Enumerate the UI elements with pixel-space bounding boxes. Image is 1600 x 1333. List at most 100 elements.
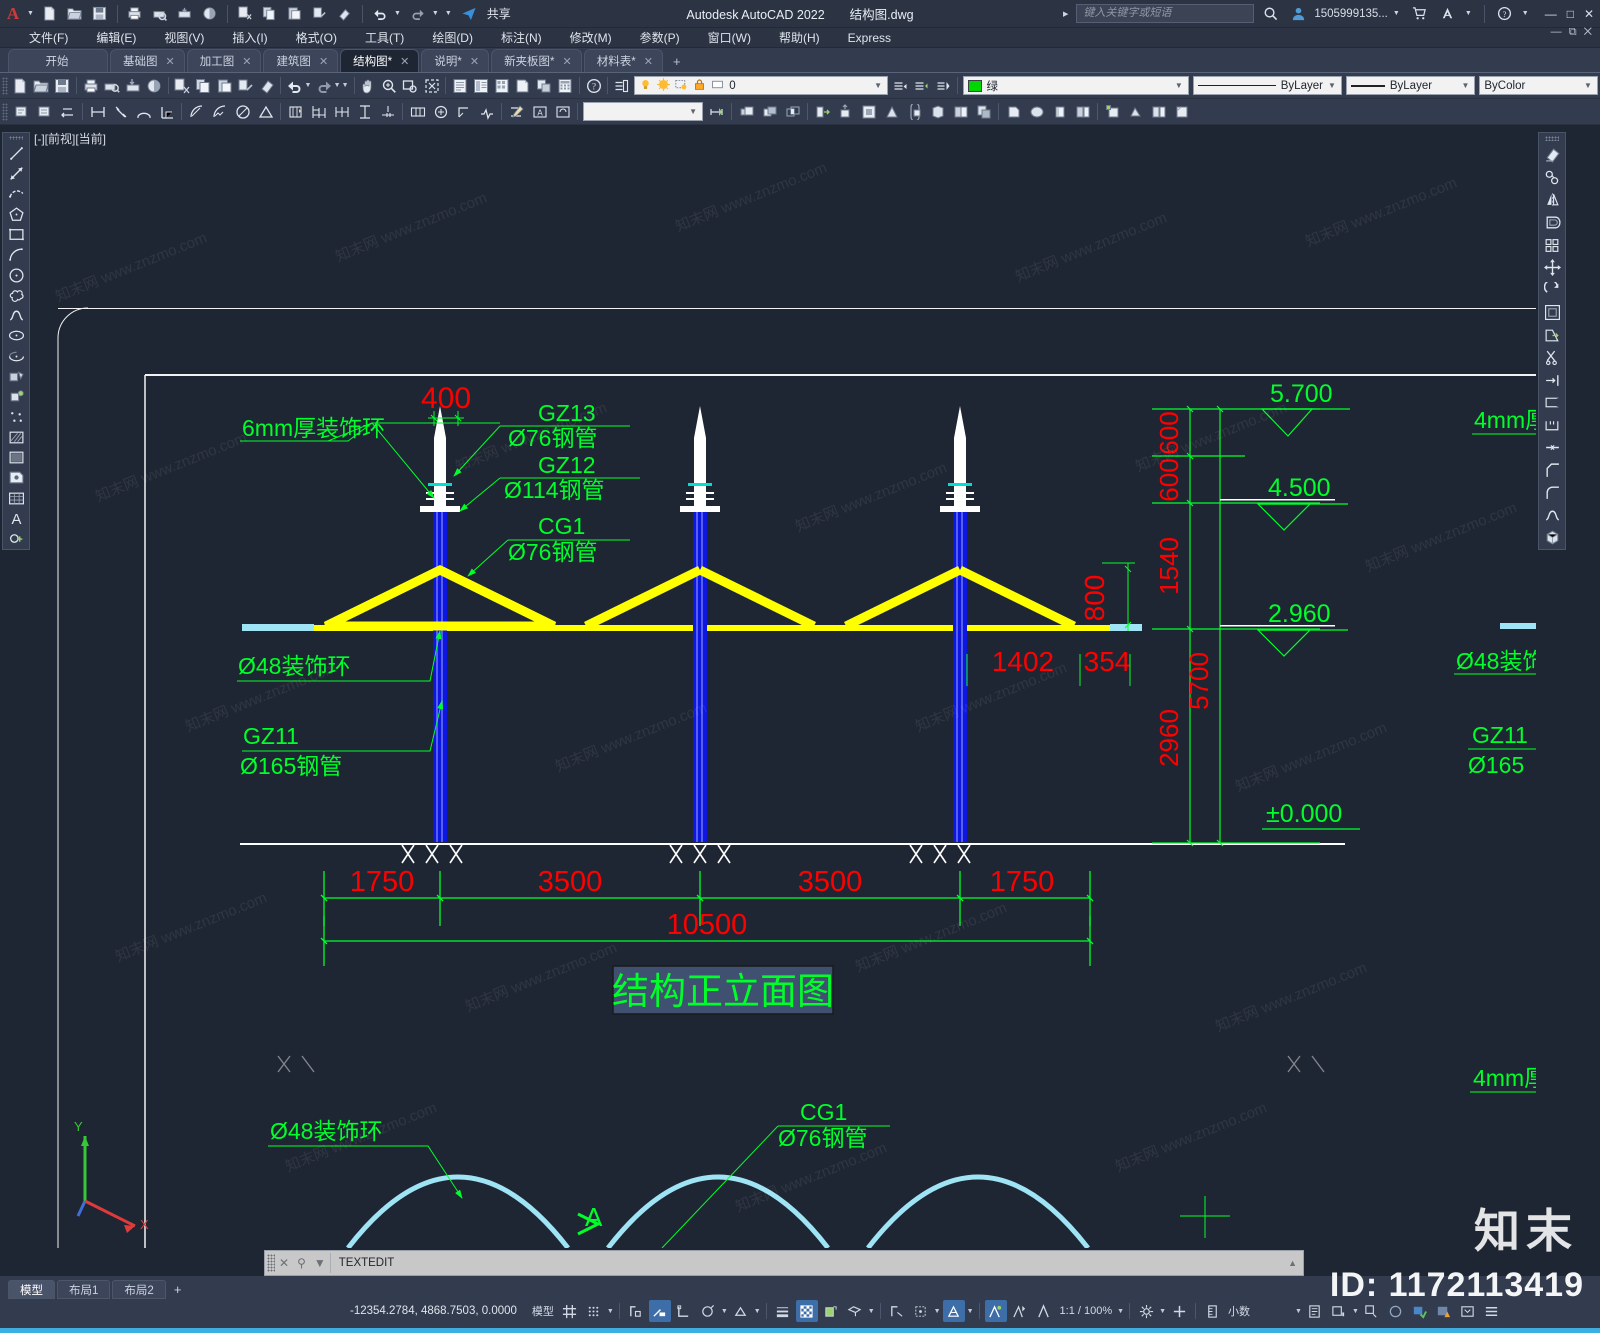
fillet-icon[interactable]	[1540, 481, 1564, 504]
plot-preview-icon[interactable]	[101, 74, 122, 97]
close-icon[interactable]: ✕	[644, 55, 653, 68]
undo-icon[interactable]	[368, 2, 392, 26]
point-icon[interactable]	[4, 407, 28, 427]
blockeditor-icon[interactable]	[534, 74, 555, 97]
table-icon[interactable]	[4, 488, 28, 508]
match-prop-icon[interactable]	[308, 2, 332, 26]
layer-freeze-icon[interactable]	[657, 77, 671, 94]
3drotate-icon[interactable]	[1048, 100, 1071, 123]
tolerance-icon[interactable]	[406, 100, 429, 123]
extrude-icon[interactable]	[811, 100, 834, 123]
layer-on-icon[interactable]	[639, 78, 652, 94]
break-at-point-icon[interactable]	[1540, 414, 1564, 437]
extend-icon[interactable]	[1540, 369, 1564, 392]
sheetset-icon[interactable]	[513, 74, 534, 97]
dimreassociate-icon[interactable]	[551, 100, 574, 123]
command-line[interactable]: ✕ ⚲ ▼ TEXTEDIT ▲	[264, 1250, 1304, 1276]
slice-icon[interactable]	[949, 100, 972, 123]
doc-restore-button[interactable]: ⧉	[1569, 26, 1579, 38]
workspace-switching-icon[interactable]	[1135, 1300, 1157, 1322]
layer-chevron-down-icon[interactable]: ▼	[874, 81, 885, 90]
properties-icon[interactable]	[449, 74, 470, 97]
add-selected-icon[interactable]	[4, 529, 28, 549]
layout-tab-0[interactable]: 模型	[8, 1280, 55, 1299]
open-file-icon[interactable]	[63, 2, 87, 26]
lineweight-chevron-down-icon[interactable]: ▼	[1461, 81, 1472, 90]
draw-toolbar-grip[interactable]	[9, 136, 23, 141]
break-icon[interactable]	[1540, 391, 1564, 414]
menu-item-4[interactable]: 格式(O)	[283, 27, 350, 48]
3dmove-icon[interactable]	[1025, 100, 1048, 123]
dimordinate-icon[interactable]	[155, 100, 178, 123]
match-prop-icon[interactable]	[235, 74, 256, 97]
doc-minimize-button[interactable]: —	[1551, 26, 1564, 38]
autodesk-a-icon[interactable]	[1436, 2, 1460, 26]
units-label[interactable]: 小数	[1225, 1300, 1253, 1322]
polygon-icon[interactable]	[4, 204, 28, 224]
new-file-icon[interactable]	[10, 74, 31, 97]
dimjogged-icon[interactable]	[208, 100, 231, 123]
dimtext-style-icon[interactable]: A	[528, 100, 551, 123]
redo-chevron-down-icon[interactable]: ▼	[334, 82, 341, 89]
file-tab-7[interactable]: 材料表* ✕	[583, 49, 663, 72]
layer-plot-icon[interactable]	[711, 78, 724, 94]
color-control-dropdown[interactable]: 绿 ▼	[962, 76, 1189, 95]
annotation-visibility-icon[interactable]	[942, 1300, 965, 1322]
help-icon[interactable]: ?	[583, 74, 604, 97]
object-snap-icon[interactable]	[673, 1300, 695, 1322]
menu-item-10[interactable]: 窗口(W)	[695, 27, 764, 48]
save-icon[interactable]	[52, 74, 73, 97]
revolve-icon[interactable]	[880, 100, 903, 123]
selection-filtering-icon[interactable]	[886, 1300, 908, 1322]
move-icon[interactable]	[1540, 256, 1564, 279]
menu-item-3[interactable]: 插入(I)	[219, 27, 280, 48]
dimjogline-icon[interactable]	[475, 100, 498, 123]
undo-chevron-down-icon[interactable]: ▼	[305, 82, 312, 89]
publish-icon[interactable]	[173, 2, 197, 26]
close-button[interactable]: ✕	[1584, 7, 1594, 21]
command-input[interactable]: TEXTEDIT	[331, 1257, 395, 1269]
dimtedit-icon[interactable]	[33, 100, 56, 123]
ellipse-arc-icon[interactable]	[4, 346, 28, 366]
undo-icon[interactable]	[284, 74, 305, 97]
dimstyle-set-current-icon[interactable]	[705, 100, 728, 123]
drawing-canvas[interactable]: [-][前视][当前] 400 6mm厚装饰环 GZ13 Ø76钢管 GZ12 …	[30, 126, 1536, 1248]
solid-edit-icon[interactable]	[926, 100, 949, 123]
layer-previous-icon[interactable]	[890, 74, 911, 97]
osnap-chevron-down-icon[interactable]: ▼	[721, 1308, 728, 1315]
coordinates-display[interactable]: -12354.2784, 4868.7503, 0.0000	[340, 1305, 527, 1317]
object-snap-tracking-icon[interactable]	[697, 1300, 719, 1322]
units-icon[interactable]	[1201, 1300, 1223, 1322]
linetype-chevron-down-icon[interactable]: ▼	[1328, 81, 1339, 90]
presspull-icon[interactable]	[834, 100, 857, 123]
dimangular-icon[interactable]	[254, 100, 277, 123]
toolbar2-grip[interactable]	[2, 102, 8, 121]
file-tab-5[interactable]: 说明* ✕	[421, 49, 490, 72]
minimize-button[interactable]: —	[1545, 7, 1557, 21]
plotstyle-control-dropdown[interactable]: ByColor ▼	[1479, 76, 1598, 95]
close-icon[interactable]: ✕	[242, 55, 251, 68]
close-icon[interactable]: ✕	[319, 55, 328, 68]
ray-icon[interactable]	[4, 164, 28, 184]
stretch-icon[interactable]	[1540, 324, 1564, 347]
designcenter-icon[interactable]	[470, 74, 491, 97]
tool-palettes-icon[interactable]	[491, 74, 512, 97]
copy-icon[interactable]	[258, 2, 282, 26]
rotate-icon[interactable]	[1540, 279, 1564, 302]
workspace-chevron-down-icon[interactable]: ▼	[1159, 1308, 1166, 1315]
union-icon[interactable]	[735, 100, 758, 123]
blend-curves-icon[interactable]	[1540, 504, 1564, 527]
sweep-icon[interactable]	[857, 100, 880, 123]
insert-block-icon[interactable]	[4, 366, 28, 386]
arc-icon[interactable]	[4, 245, 28, 265]
dimstyle-chevron-down-icon[interactable]: ▼	[689, 107, 700, 116]
menu-item-0[interactable]: 文件(F)	[16, 27, 81, 48]
make-block-icon[interactable]	[4, 387, 28, 407]
units-chevron-down-icon[interactable]: ▼	[1295, 1308, 1302, 1315]
scale-icon[interactable]	[1540, 301, 1564, 324]
plot-icon[interactable]	[80, 74, 101, 97]
dimcontinue-icon[interactable]	[330, 100, 353, 123]
annotation-object-icon[interactable]	[1033, 1300, 1055, 1322]
3dmirror-icon[interactable]	[1071, 100, 1094, 123]
dimcenter-icon[interactable]	[429, 100, 452, 123]
